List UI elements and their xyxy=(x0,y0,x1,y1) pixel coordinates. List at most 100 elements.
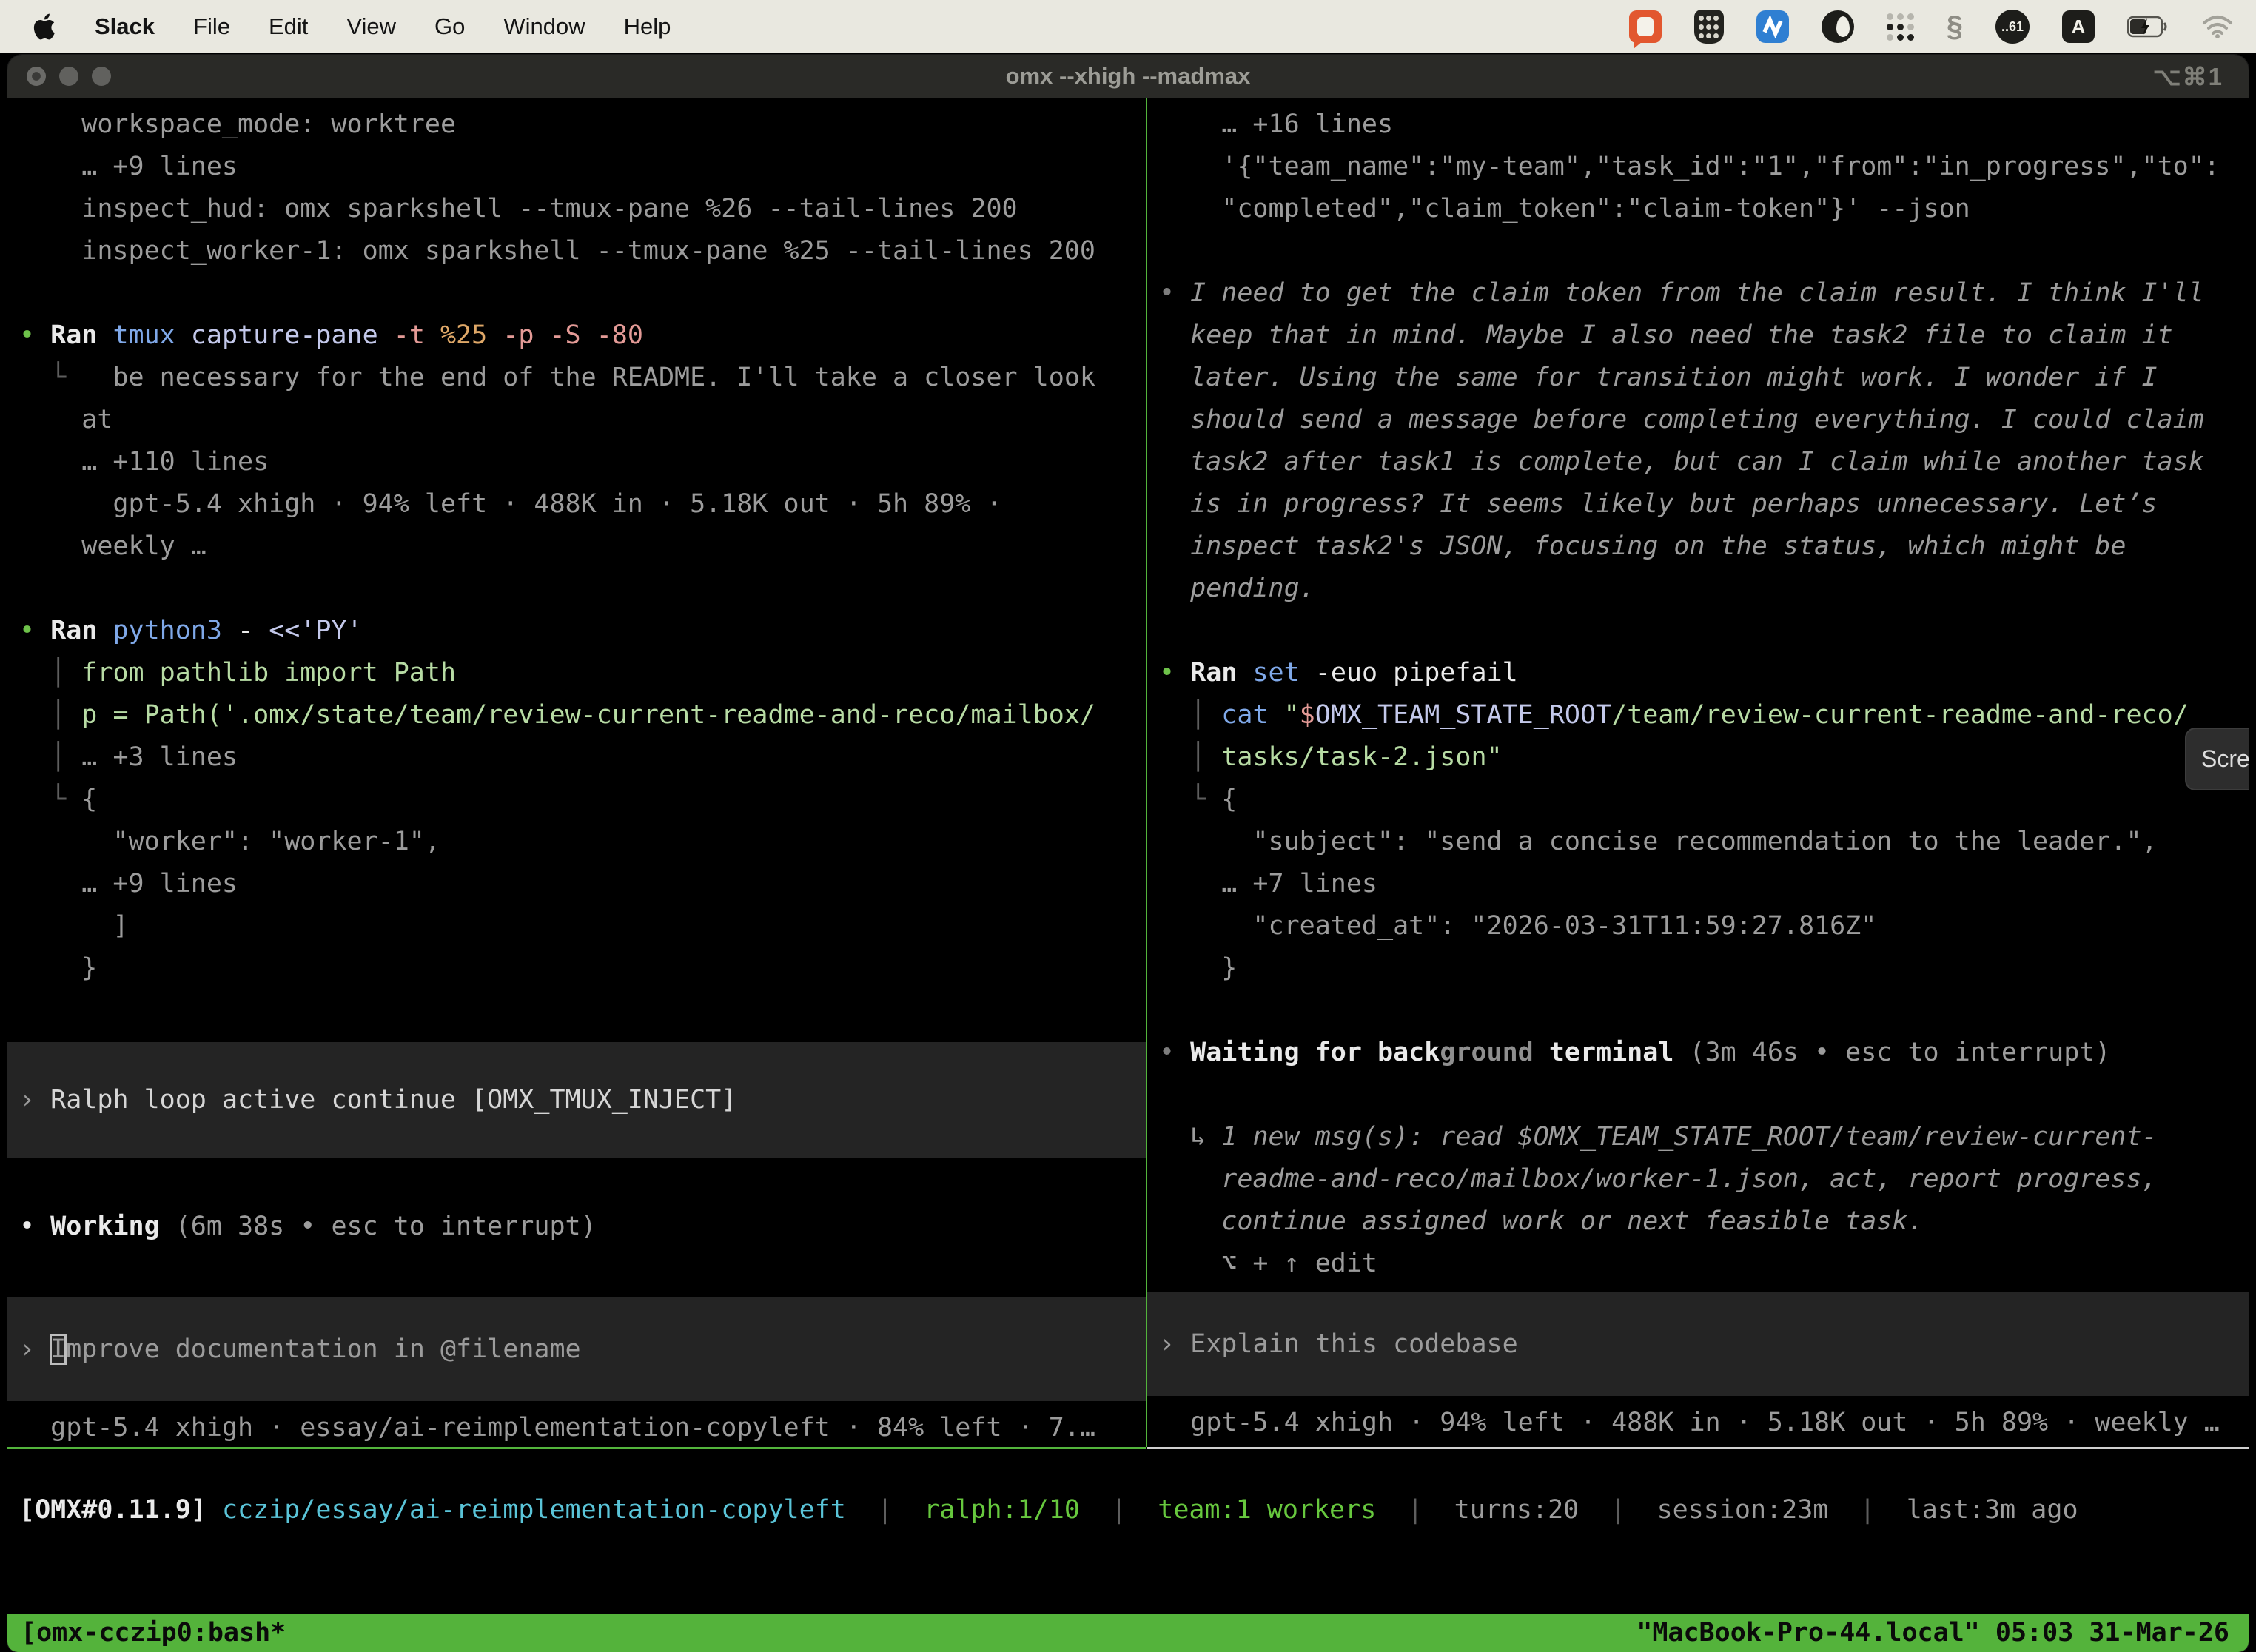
text-segment: -80 xyxy=(597,320,643,350)
text-segment: │ xyxy=(19,742,81,772)
terminal-line: inspect_worker-1: omx sparkshell --tmux-… xyxy=(19,230,1140,272)
terminal-line: │ cat "$OMX_TEAM_STATE_ROOT/team/review-… xyxy=(1159,694,2243,736)
right-pane: … +16 lines '{"team_name":"my-team","tas… xyxy=(1147,98,2249,1447)
text-segment: continue assigned work or next feasible … xyxy=(1159,1206,1924,1236)
prompt-input-left[interactable]: › Improve documentation in @filename xyxy=(7,1297,1146,1401)
text-segment: $ xyxy=(1300,700,1315,730)
zigzag-app-icon[interactable] xyxy=(1756,10,1789,43)
terminal-line: [OMX#0.11.9] cczip/essay/ai-reimplementa… xyxy=(19,1489,2249,1531)
chat-app-icon-tail xyxy=(1634,41,1642,49)
screen-edge-tooltip: Scre xyxy=(2185,728,2249,790)
text-segment: be necessary for the end of the README. … xyxy=(66,363,1095,392)
text-segment: team:1 workers xyxy=(1158,1495,1376,1525)
text-segment: … +16 lines xyxy=(1159,110,1393,139)
terminal-line: readme-and-reco/mailbox/worker-1.json, a… xyxy=(1159,1158,2243,1201)
text-segment: '{"team_name":"my-team","task_id":"1","f… xyxy=(1159,152,2220,181)
menu-window[interactable]: Window xyxy=(503,13,585,40)
terminal-line: gpt-5.4 xhigh · 94% left · 488K in · 5.1… xyxy=(19,483,1140,526)
text-segment: inspect_worker-1: omx sparkshell --tmux-… xyxy=(19,236,1095,266)
text-segment: "worker": "worker-1", xyxy=(19,827,440,856)
terminal-line: should send a message before completing … xyxy=(1159,399,2243,441)
text-segment: › xyxy=(19,1334,50,1364)
text-segment: • xyxy=(19,320,50,350)
chat-app-icon-inner xyxy=(1637,17,1654,36)
text-segment: session:23m xyxy=(1657,1495,1829,1525)
terminal-line: inspect task2's JSON, focusing on the st… xyxy=(1159,526,2243,568)
text-segment: from pathlib import Path xyxy=(81,658,456,688)
prompt-input-right[interactable]: › Explain this codebase xyxy=(1147,1292,2249,1396)
text-segment: └ xyxy=(1159,785,1221,814)
text-segment: workspace_mode: worktree xyxy=(19,110,456,139)
macos-menu-bar: Slack File Edit View Go Window Help § ..… xyxy=(0,0,2256,53)
text-segment: "created_at": "2026-03-31T11:59:27.816Z" xyxy=(1159,911,1876,941)
right-pane-bottom-border xyxy=(1147,1447,2249,1449)
box-text: › Improve documentation in @filename xyxy=(19,1329,581,1371)
window-titlebar[interactable]: omx --xhigh --madmax ⌥⌘1 xyxy=(7,55,2249,98)
apple-menu-icon[interactable] xyxy=(30,10,56,43)
text-segment: gpt-5.4 xhigh · 94% left · 488K in · 5.1… xyxy=(1159,1408,2220,1437)
terminal-line: • Ran python3 - <<'PY' xyxy=(19,610,1140,652)
blank-line xyxy=(1159,990,2243,1032)
text-segment: Waiting for back xyxy=(1190,1038,1440,1067)
blank-line xyxy=(19,568,1140,610)
text-segment: • xyxy=(1159,658,1190,688)
battery-icon[interactable] xyxy=(2127,16,2169,38)
blank-line xyxy=(19,990,1140,1032)
text-segment: ↳ xyxy=(1159,1122,1221,1152)
terminal-line: "worker": "worker-1", xyxy=(19,821,1140,863)
text-segment: should send a message before completing … xyxy=(1159,405,2204,434)
text-segment: pending. xyxy=(1159,574,1315,603)
terminal-line: ⌥ + ↑ edit xyxy=(1159,1243,2243,1285)
text-segment: │ xyxy=(19,700,81,730)
text-segment: terminal xyxy=(1534,1038,1690,1067)
text-segment: /team/review-current-readme-and-reco/ xyxy=(1611,700,2189,730)
text-segment: cczip/essay/ai-reimplementation-copyleft xyxy=(222,1495,846,1525)
text-segment: ground xyxy=(1440,1038,1533,1067)
keypad-shield-icon[interactable] xyxy=(1694,10,1724,44)
menu-file[interactable]: File xyxy=(193,13,230,40)
wifi-icon[interactable] xyxy=(2201,14,2234,39)
terminal-line: … +16 lines xyxy=(1159,104,2243,146)
text-segment: … +110 lines xyxy=(19,447,269,477)
terminal-line: └ { xyxy=(1159,779,2243,821)
text-segment: task2 after task1 is complete, but can I… xyxy=(1159,447,2204,477)
text-segment: tmux xyxy=(113,320,190,350)
battery-percent-badge[interactable]: ..61 xyxy=(1995,10,2030,44)
terminal-line: "completed","claim_token":"claim-token"}… xyxy=(1159,188,2243,230)
menu-app-name[interactable]: Slack xyxy=(95,13,155,40)
dots-grid-icon[interactable] xyxy=(1887,13,1914,41)
terminal-line: is in progress? It seems likely but perh… xyxy=(1159,483,2243,526)
text-segment: tasks/task-2.json" xyxy=(1221,742,1502,772)
menu-edit[interactable]: Edit xyxy=(269,13,308,40)
text-segment: │ xyxy=(1159,700,1221,730)
terminal-line: └ be necessary for the end of the README… xyxy=(19,357,1140,399)
terminal-line: • Waiting for background terminal (3m 46… xyxy=(1159,1032,2243,1074)
text-segment: OMX_TEAM_STATE_ROOT xyxy=(1315,700,1611,730)
text-segment: › xyxy=(19,1085,50,1115)
text-cursor: I xyxy=(50,1334,66,1364)
text-segment: gpt-5.4 xhigh · 94% left · 488K in · 5.1… xyxy=(19,489,1002,519)
menu-help[interactable]: Help xyxy=(624,13,671,40)
assistant-badge[interactable]: A xyxy=(2062,10,2095,43)
omx-status-line: [OMX#0.11.9] cczip/essay/ai-reimplementa… xyxy=(7,1489,2249,1531)
terminal-line: gpt-5.4 xhigh · 94% left · 488K in · 5.1… xyxy=(1159,1402,2243,1444)
text-segment: Explain this codebase xyxy=(1190,1329,1518,1359)
terminal-line: • Ran set -euo pipefail xyxy=(1159,652,2243,694)
text-segment: later. Using the same for transition mig… xyxy=(1159,363,2158,392)
terminal-line: continue assigned work or next feasible … xyxy=(1159,1201,2243,1243)
terminal-content: workspace_mode: worktree … +9 lines insp… xyxy=(7,98,2249,1652)
chat-app-icon[interactable] xyxy=(1629,10,1662,43)
text-segment: -p xyxy=(503,320,549,350)
text-segment: │ xyxy=(1159,742,1221,772)
terminal-line: pending. xyxy=(1159,568,2243,610)
text-segment: | xyxy=(1080,1495,1158,1525)
menu-bar-status-icons: § ..61 A xyxy=(1629,10,2256,44)
terminal-line: … +9 lines xyxy=(19,146,1140,188)
menu-view[interactable]: View xyxy=(346,13,396,40)
terminal-line: inspect_hud: omx sparkshell --tmux-pane … xyxy=(19,188,1140,230)
crescent-app-icon[interactable] xyxy=(1822,10,1854,43)
s-curve-icon[interactable]: § xyxy=(1947,10,1963,44)
menu-go[interactable]: Go xyxy=(434,13,465,40)
text-segment: Ralph loop active continue [OMX_TMUX_INJ… xyxy=(50,1085,736,1115)
terminal-line: keep that in mind. Maybe I also need the… xyxy=(1159,315,2243,357)
